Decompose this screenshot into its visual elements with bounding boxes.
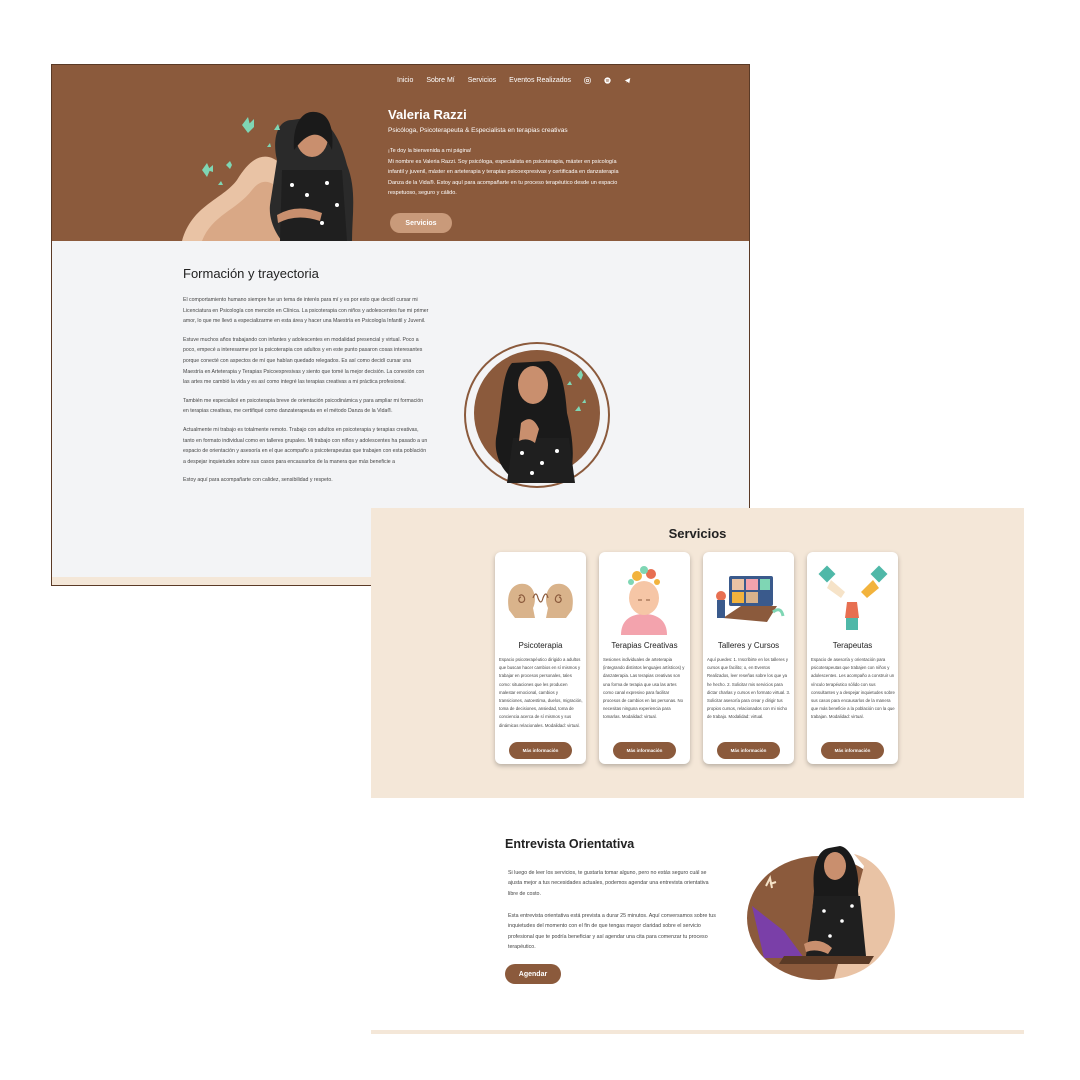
trayectoria-portrait — [464, 342, 610, 488]
hero-subtitle: Psicóloga, Psicoterapeuta & Especialista… — [388, 127, 568, 134]
helping-hands-icon — [818, 565, 888, 630]
hero-intro: Mi nombre es Valeria Razzi. Soy psicólog… — [388, 158, 619, 197]
more-info-button[interactable]: Más información — [509, 742, 572, 759]
nav-item-sobre-mi[interactable]: Sobre Mí — [426, 77, 454, 84]
hero-name: Valeria Razzi — [388, 107, 467, 122]
services-section: Servicios Psicoterapia Espacio psicotera… — [371, 508, 1024, 798]
video-call-icon — [716, 576, 785, 622]
service-card-terapeutas: Terapeutas Espacio de asesoría y orienta… — [807, 552, 898, 764]
main-nav: Inicio Sobre Mí Servicios Eventos Realiz… — [397, 77, 631, 84]
nav-item-servicios[interactable]: Servicios — [468, 77, 496, 84]
spotify-icon[interactable] — [604, 77, 611, 84]
service-card-terapias-creativas: Terapias Creativas Sesiones individuales… — [599, 552, 690, 764]
brain-heads-icon — [508, 583, 573, 618]
trayectoria-paragraph: El comportamiento humano siempre fue un … — [183, 297, 429, 325]
instagram-icon[interactable] — [584, 77, 591, 84]
bottom-strip — [371, 1030, 1024, 1034]
trayectoria-paragraph: También me especialicé en psicoterapia b… — [183, 397, 424, 415]
services-title: Servicios — [668, 526, 727, 541]
service-description: Espacio psicoterapéutico dirigido a adul… — [499, 657, 583, 728]
entrevista-portrait — [747, 846, 895, 980]
nav-item-inicio[interactable]: Inicio — [397, 77, 413, 84]
entrevista-section: Entrevista Orientativa Si luego de leer … — [371, 798, 1024, 1034]
more-info-button[interactable]: Más información — [821, 742, 884, 759]
service-name: Psicoterapia — [518, 641, 563, 650]
telegram-icon[interactable] — [624, 77, 631, 84]
service-card-talleres: Talleres y Cursos Aquí puedes: 1. Inscri… — [703, 552, 794, 764]
service-description: Espacio de asesoría y orientación para p… — [811, 657, 895, 720]
nav-item-eventos[interactable]: Eventos Realizados — [509, 77, 571, 84]
more-info-button[interactable]: Más información — [717, 742, 780, 759]
service-description: Aquí puedes: 1. Inscribirte en los talle… — [707, 657, 791, 720]
entrevista-paragraph: Esta entrevista orientativa está previst… — [508, 913, 716, 950]
hero-text-block: Valeria Razzi Psicóloga, Psicoterapeuta … — [388, 107, 628, 199]
trayectoria-paragraph: Estuve muchos años trabajando con infant… — [183, 336, 425, 386]
service-description: Sesiones individuales de arteterapia (in… — [603, 657, 685, 720]
entrevista-title: Entrevista Orientativa — [505, 837, 635, 851]
service-name: Terapias Creativas — [611, 641, 678, 650]
hero-welcome: ¡Te doy la bienvenida a mi página! — [388, 148, 472, 154]
trayectoria-body: El comportamiento humano siempre fue un … — [183, 295, 429, 494]
flower-mind-icon — [621, 566, 667, 635]
trayectoria-paragraph: Actualmente mi trabajo es totalmente rem… — [183, 426, 428, 465]
trayectoria-paragraph: Estoy aquí para acompañarte con calidez,… — [183, 477, 333, 484]
service-name: Terapeutas — [832, 641, 873, 650]
trayectoria-title: Formación y trayectoria — [183, 266, 319, 281]
entrevista-paragraph: Si luego de leer los servicios, te gusta… — [508, 870, 709, 897]
service-name: Talleres y Cursos — [717, 641, 780, 650]
service-card-psicoterapia: Psicoterapia Espacio psicoterapéutico di… — [495, 552, 586, 764]
more-info-button[interactable]: Más información — [613, 742, 676, 759]
agendar-button[interactable]: Agendar — [505, 964, 561, 984]
hero-portrait-illustration — [182, 111, 354, 241]
services-button[interactable]: Servicios — [390, 213, 452, 233]
hero-section: Inicio Sobre Mí Servicios Eventos Realiz… — [52, 65, 749, 241]
